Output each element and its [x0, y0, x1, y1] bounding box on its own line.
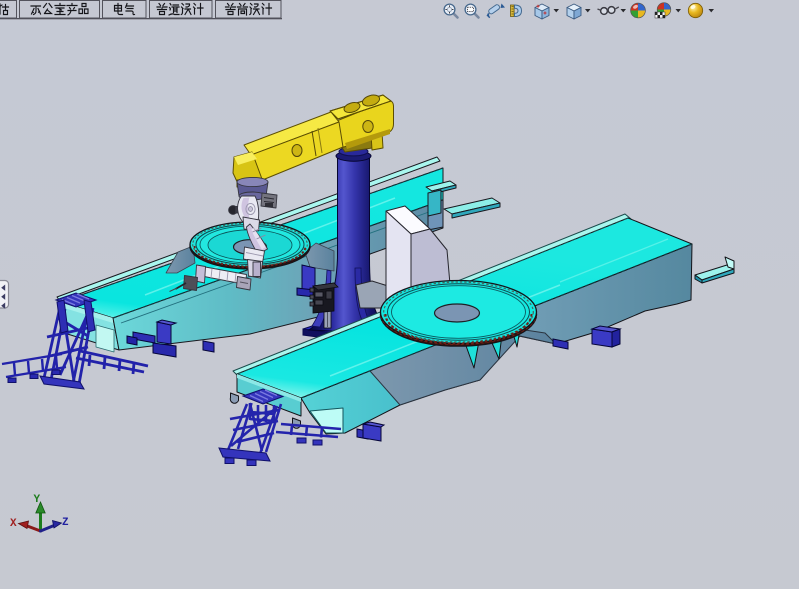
svg-text:Z: Z	[62, 517, 69, 529]
svg-text:Y: Y	[34, 494, 41, 506]
svg-text:X: X	[10, 518, 17, 530]
